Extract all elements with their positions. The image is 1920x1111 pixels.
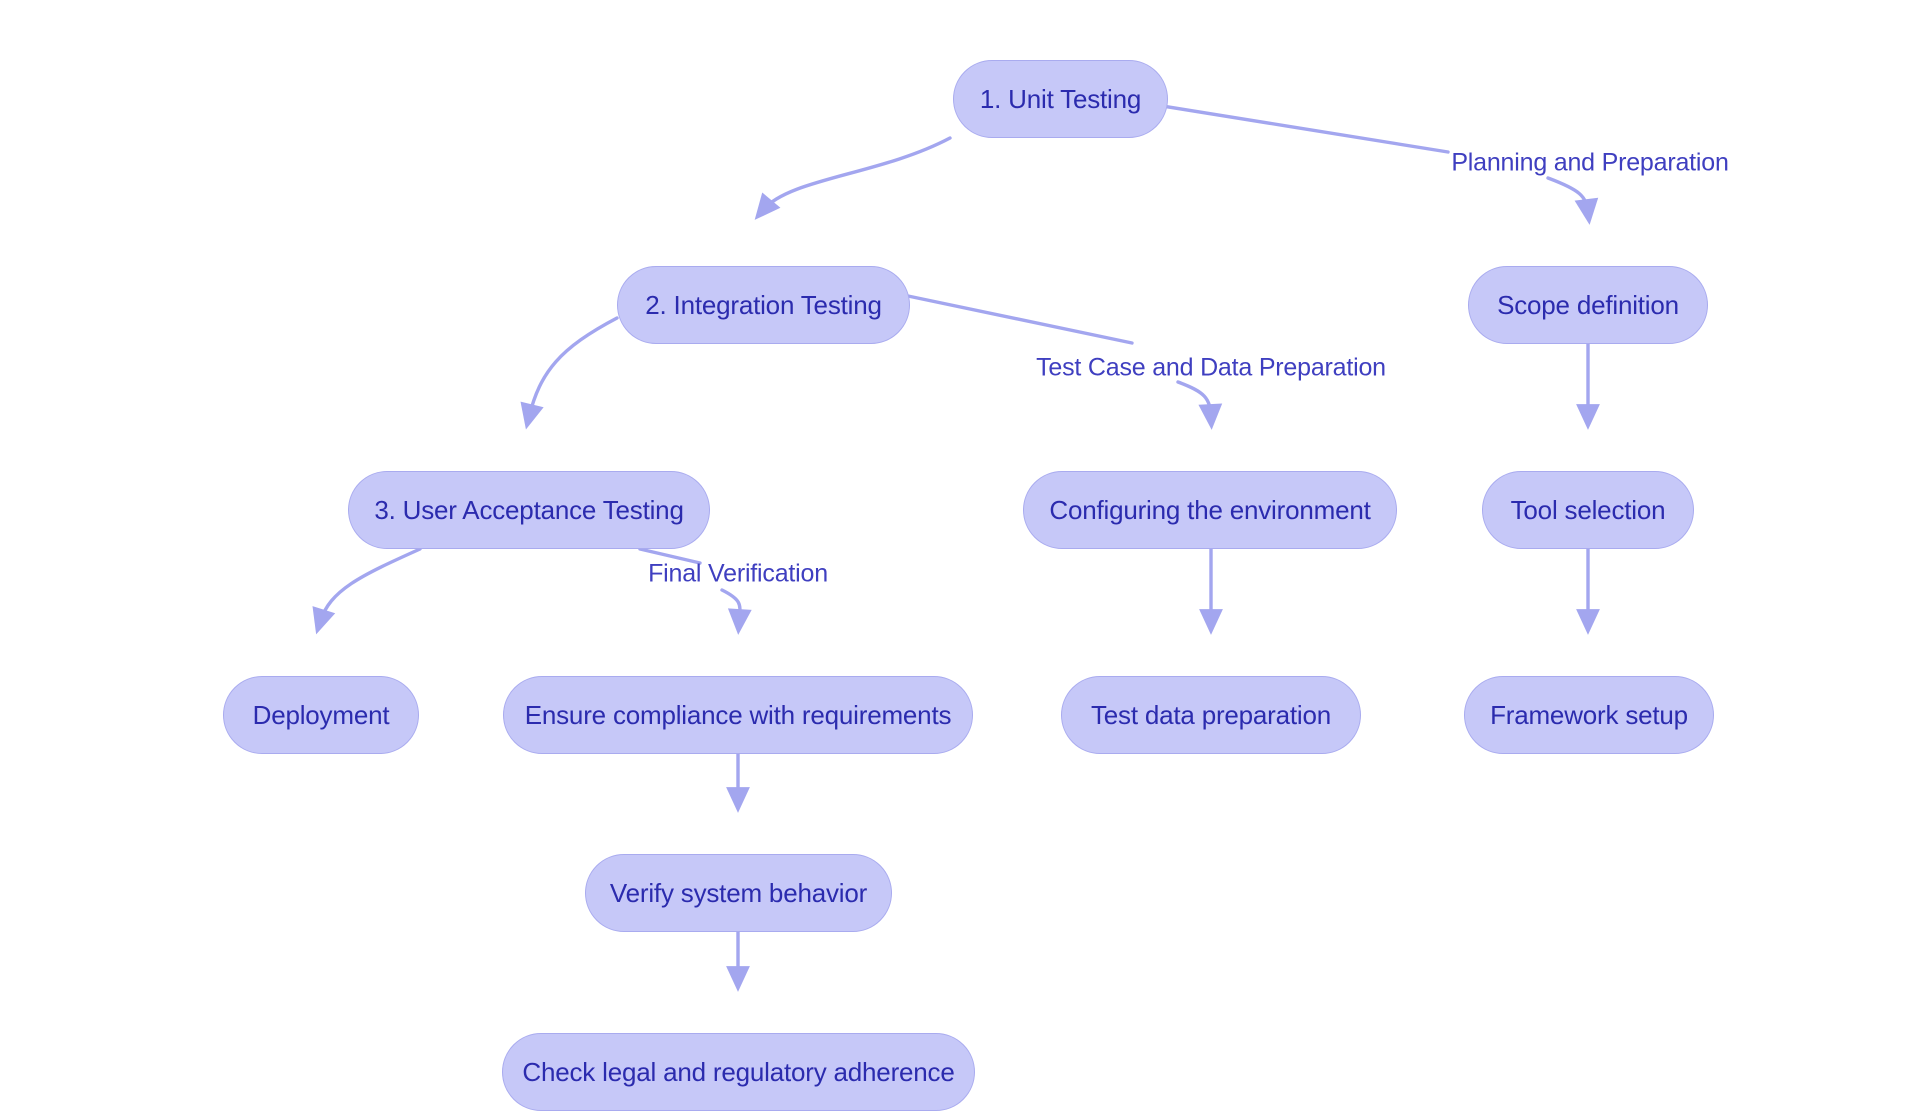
node-verify-system-behavior[interactable]: Verify system behavior [585, 854, 892, 932]
edge-label-test-case-and-data-preparation: Test Case and Data Preparation [1036, 353, 1386, 382]
node-check-legal-adherence[interactable]: Check legal and regulatory adherence [502, 1033, 975, 1111]
node-label: Tool selection [1510, 495, 1666, 525]
node-label: Test data preparation [1090, 700, 1332, 730]
edge-integration-to-configuring [906, 294, 1134, 345]
node-test-data-preparation[interactable]: Test data preparation [1061, 676, 1361, 754]
node-label: 1. Unit Testing [979, 84, 1142, 114]
edge-integration-to-uat [520, 316, 619, 430]
flowchart-canvas: 1. Unit Testing 2. Integration Testing 3… [0, 0, 1920, 1111]
node-unit-testing[interactable]: 1. Unit Testing [953, 60, 1168, 138]
node-label: Deployment [252, 700, 390, 730]
node-configuring-environment[interactable]: Configuring the environment [1023, 471, 1397, 549]
edge-integration-to-configuring-tail [1176, 380, 1223, 430]
node-ensure-compliance[interactable]: Ensure compliance with requirements [503, 676, 973, 754]
edge-uat-to-deployment [312, 547, 422, 635]
node-framework-setup[interactable]: Framework setup [1464, 676, 1714, 754]
edge-unit-to-scope-tail [1546, 176, 1599, 225]
edge-uat-to-ensure-compliance-tail [720, 588, 752, 635]
node-label: Configuring the environment [1049, 495, 1371, 525]
node-label: Verify system behavior [609, 878, 868, 908]
node-deployment[interactable]: Deployment [223, 676, 419, 754]
node-tool-selection[interactable]: Tool selection [1482, 471, 1694, 549]
node-scope-definition[interactable]: Scope definition [1468, 266, 1708, 344]
node-label: Check legal and regulatory adherence [522, 1057, 955, 1087]
node-label: Framework setup [1490, 700, 1688, 730]
node-integration-testing[interactable]: 2. Integration Testing [617, 266, 910, 344]
node-user-acceptance-testing[interactable]: 3. User Acceptance Testing [348, 471, 710, 549]
node-label: Ensure compliance with requirements [524, 700, 952, 730]
node-label: 2. Integration Testing [645, 290, 882, 320]
edge-label-planning-and-preparation: Planning and Preparation [1451, 148, 1729, 177]
node-label: 3. User Acceptance Testing [374, 495, 684, 525]
edge-unit-to-integration [754, 136, 952, 220]
node-label: Scope definition [1497, 290, 1679, 320]
edge-label-final-verification: Final Verification [648, 559, 828, 588]
